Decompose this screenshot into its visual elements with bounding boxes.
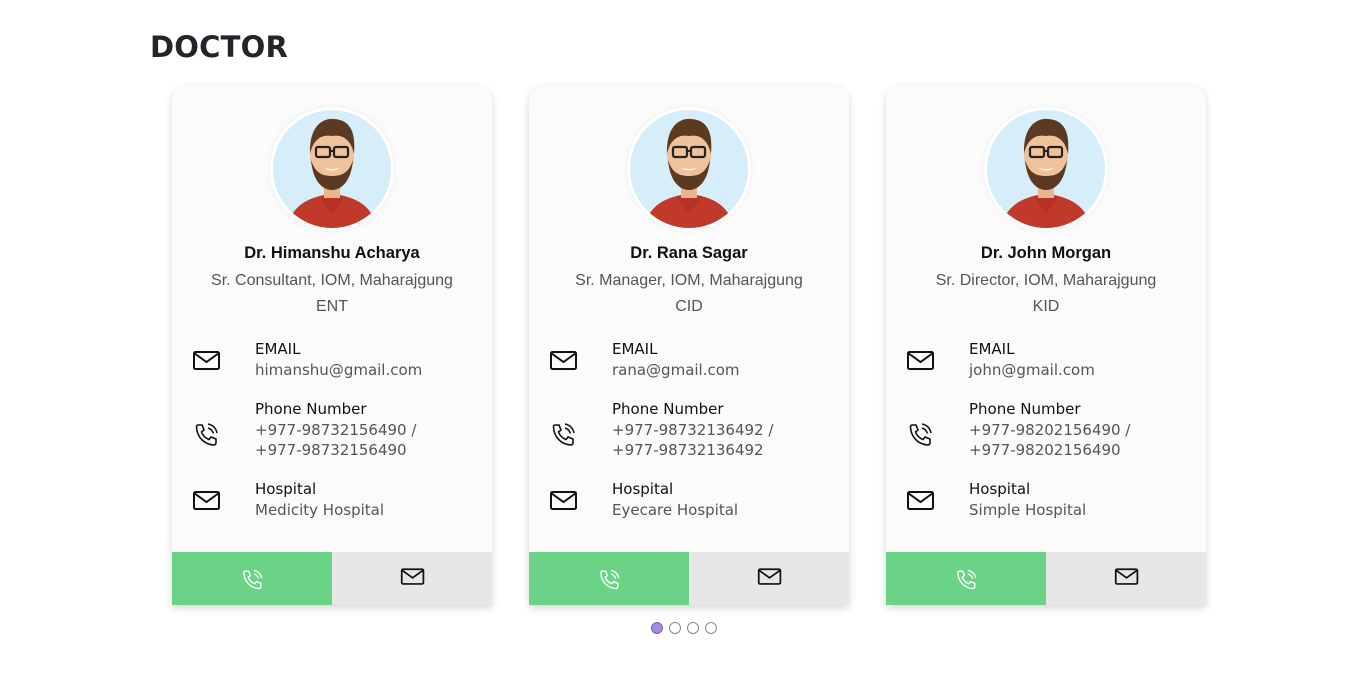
doctor-avatar-illustration bbox=[273, 110, 391, 228]
phone-value[interactable]: +977-98732136492 / +977-98732136492 bbox=[612, 420, 773, 460]
email-value[interactable]: himanshu@gmail.com bbox=[255, 360, 422, 380]
doctor-card: Dr. John Morgan Sr. Director, IOM, Mahar… bbox=[886, 85, 1206, 605]
phone-icon bbox=[552, 423, 575, 446]
envelope-icon bbox=[193, 491, 220, 510]
carousel-pagination bbox=[651, 622, 717, 634]
hospital-label: Hospital bbox=[255, 480, 317, 498]
doctor-department: KID bbox=[1032, 298, 1060, 315]
call-button[interactable] bbox=[172, 552, 332, 605]
envelope-icon bbox=[757, 568, 782, 585]
hospital-label: Hospital bbox=[969, 480, 1031, 498]
email-button[interactable] bbox=[689, 552, 849, 605]
phone-icon bbox=[243, 569, 263, 590]
envelope-icon bbox=[907, 351, 934, 370]
hospital-value: Eyecare Hospital bbox=[612, 501, 739, 519]
doctor-name: Dr. Himanshu Acharya bbox=[244, 244, 420, 262]
hospital-value: Medicity Hospital bbox=[255, 501, 385, 519]
call-button[interactable] bbox=[529, 552, 689, 605]
email-button[interactable] bbox=[1046, 552, 1206, 605]
phone-icon bbox=[909, 423, 932, 446]
doctor-avatar bbox=[984, 107, 1108, 231]
envelope-icon bbox=[550, 491, 577, 510]
phone-label: Phone Number bbox=[255, 400, 367, 418]
doctor-department: ENT bbox=[316, 298, 348, 315]
phone-value[interactable]: +977-98732156490 / +977-98732156490 bbox=[255, 420, 416, 460]
doctor-name: Dr. John Morgan bbox=[980, 244, 1112, 262]
doctor-role: Sr. Consultant, IOM, Maharajgung bbox=[211, 272, 453, 289]
carousel-dot-2[interactable] bbox=[669, 622, 681, 634]
doctor-department: CID bbox=[675, 298, 703, 315]
phone-number-primary[interactable]: +977-98202156490 / bbox=[969, 420, 1130, 440]
carousel-dot-1[interactable] bbox=[651, 622, 663, 634]
envelope-icon bbox=[400, 568, 425, 585]
carousel-dot-4[interactable] bbox=[705, 622, 717, 634]
doctor-card: Dr. Himanshu Acharya Sr. Consultant, IOM… bbox=[172, 85, 492, 605]
email-value[interactable]: john@gmail.com bbox=[969, 360, 1095, 380]
phone-number-secondary[interactable]: +977-98732136492 bbox=[612, 440, 773, 460]
page-title: DOCTOR bbox=[150, 30, 288, 64]
doctor-avatar bbox=[627, 107, 751, 231]
hospital-value: Simple Hospital bbox=[969, 501, 1087, 519]
email-label: EMAIL bbox=[255, 340, 301, 358]
doctor-card: Dr. Rana Sagar Sr. Manager, IOM, Maharaj… bbox=[529, 85, 849, 605]
email-value[interactable]: rana@gmail.com bbox=[612, 360, 740, 380]
doctor-avatar-illustration bbox=[630, 110, 748, 228]
phone-number-primary[interactable]: +977-98732156490 / bbox=[255, 420, 416, 440]
email-button[interactable] bbox=[332, 552, 492, 605]
doctor-role: Sr. Manager, IOM, Maharajgung bbox=[575, 272, 803, 289]
phone-label: Phone Number bbox=[612, 400, 724, 418]
envelope-icon bbox=[1114, 568, 1139, 585]
doctor-name: Dr. Rana Sagar bbox=[630, 244, 748, 262]
phone-number-secondary[interactable]: +977-98202156490 bbox=[969, 440, 1130, 460]
phone-number-primary[interactable]: +977-98732136492 / bbox=[612, 420, 773, 440]
phone-icon bbox=[195, 423, 218, 446]
hospital-label: Hospital bbox=[612, 480, 674, 498]
envelope-icon bbox=[550, 351, 577, 370]
envelope-icon bbox=[907, 491, 934, 510]
doctor-cards: Dr. Himanshu Acharya Sr. Consultant, IOM… bbox=[172, 85, 1206, 605]
phone-icon bbox=[600, 569, 620, 590]
email-label: EMAIL bbox=[612, 340, 658, 358]
envelope-icon bbox=[193, 351, 220, 370]
doctor-avatar-illustration bbox=[987, 110, 1105, 228]
phone-value[interactable]: +977-98202156490 / +977-98202156490 bbox=[969, 420, 1130, 460]
doctor-avatar bbox=[270, 107, 394, 231]
call-button[interactable] bbox=[886, 552, 1046, 605]
email-label: EMAIL bbox=[969, 340, 1015, 358]
phone-number-secondary[interactable]: +977-98732156490 bbox=[255, 440, 416, 460]
doctor-role: Sr. Director, IOM, Maharajgung bbox=[935, 272, 1157, 289]
phone-icon bbox=[957, 569, 977, 590]
carousel-dot-3[interactable] bbox=[687, 622, 699, 634]
phone-label: Phone Number bbox=[969, 400, 1081, 418]
